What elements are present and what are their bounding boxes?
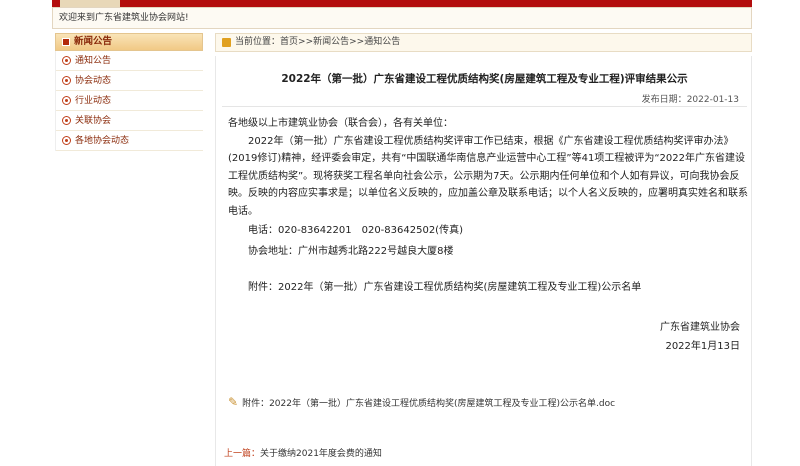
title-divider: [222, 106, 747, 107]
publish-date: 发布日期：2022-01-13: [642, 92, 739, 105]
date-value: 2022-01-13: [686, 95, 739, 105]
contact-address: 协会地址：广州市越秀北路222号越良大厦8楼: [248, 245, 454, 257]
breadcrumb-home[interactable]: 首页: [280, 34, 298, 51]
contact-phone: 电话：020-83642201 020-83642502(传真): [248, 225, 463, 236]
sidebar-item-label: 各地协会动态: [75, 135, 130, 146]
bullet-icon: [62, 56, 71, 65]
square-icon: [62, 38, 70, 46]
previous-article: 上一篇：关于缴纳2021年度会费的通知: [224, 446, 382, 459]
attachment-link[interactable]: ✎ 附件：2022年（第一批）广东省建设工程优质结构奖(房屋建筑工程及专业工程)…: [228, 395, 615, 409]
breadcrumb-prefix: 当前位置：: [235, 37, 281, 47]
sidebar: 新闻公告 通知公告 协会动态 行业动态 关联协会 各地协会动态: [55, 33, 203, 151]
sidebar-item-association-news[interactable]: 协会动态: [56, 71, 203, 91]
bullet-icon: [62, 136, 71, 145]
attachment-pen-icon: ✎: [228, 395, 239, 409]
breadcrumb: 当前位置： 首页 >> 新闻公告 >> 通知公告: [215, 33, 752, 52]
breadcrumb-current[interactable]: 通知公告: [364, 34, 400, 51]
sidebar-item-label: 通知公告: [75, 55, 112, 66]
sidebar-item-label: 行业动态: [75, 95, 112, 106]
article-title: 2022年（第一批）广东省建设工程优质结构奖(房屋建筑工程及专业工程)评审结果公…: [281, 73, 688, 85]
article-panel: 2022年（第一批）广东省建设工程优质结构奖(房屋建筑工程及专业工程)评审结果公…: [215, 56, 752, 466]
sidebar-item-local-associations[interactable]: 各地协会动态: [56, 131, 203, 151]
article-body: 各地级以上市建筑业协会（联合会），各有关单位： 2022年（第一批）广东省建设工…: [228, 115, 748, 356]
previous-article-link[interactable]: 关于缴纳2021年度会费的通知: [260, 449, 382, 459]
previous-label: 上一篇：: [224, 449, 261, 459]
sidebar-item-related-associations[interactable]: 关联协会: [56, 111, 203, 131]
breadcrumb-news[interactable]: 新闻公告: [313, 34, 349, 51]
salutation: 各地级以上市建筑业协会（联合会），各有关单位：: [228, 118, 453, 129]
sidebar-item-industry-news[interactable]: 行业动态: [56, 91, 203, 111]
attachment-note: 附件：2022年（第一批）广东省建设工程优质结构奖(房屋建筑工程及专业工程)公示…: [248, 282, 642, 293]
date-label: 发布日期：: [641, 95, 687, 105]
breadcrumb-separator: >>: [298, 37, 314, 47]
top-nav-bar: [52, 0, 752, 7]
bullet-icon: [62, 76, 71, 85]
sidebar-title: 新闻公告: [74, 36, 113, 47]
bullet-icon: [62, 96, 71, 105]
sidebar-item-notices[interactable]: 通知公告: [56, 51, 203, 71]
welcome-bar: 欢迎来到广东省建筑业协会网站!: [52, 7, 752, 29]
main-paragraph: 2022年（第一批）广东省建设工程优质结构奖评审工作已结束，根据《广东省建设工程…: [228, 135, 748, 217]
signature: 广东省建筑业协会: [660, 321, 740, 333]
breadcrumb-separator: >>: [349, 37, 365, 47]
sidebar-header: 新闻公告: [55, 33, 203, 51]
top-nav-active-tab[interactable]: [60, 0, 120, 7]
sidebar-item-label: 关联协会: [75, 115, 112, 126]
sidebar-list: 通知公告 协会动态 行业动态 关联协会 各地协会动态: [55, 51, 203, 151]
sidebar-item-label: 协会动态: [75, 75, 112, 86]
bullet-icon: [62, 116, 71, 125]
location-icon: [222, 38, 231, 47]
welcome-text: 欢迎来到广东省建筑业协会网站!: [59, 13, 189, 23]
signature-date: 2022年1月13日: [665, 341, 740, 352]
attachment-file-name[interactable]: 附件：2022年（第一批）广东省建设工程优质结构奖(房屋建筑工程及专业工程)公示…: [242, 396, 615, 409]
